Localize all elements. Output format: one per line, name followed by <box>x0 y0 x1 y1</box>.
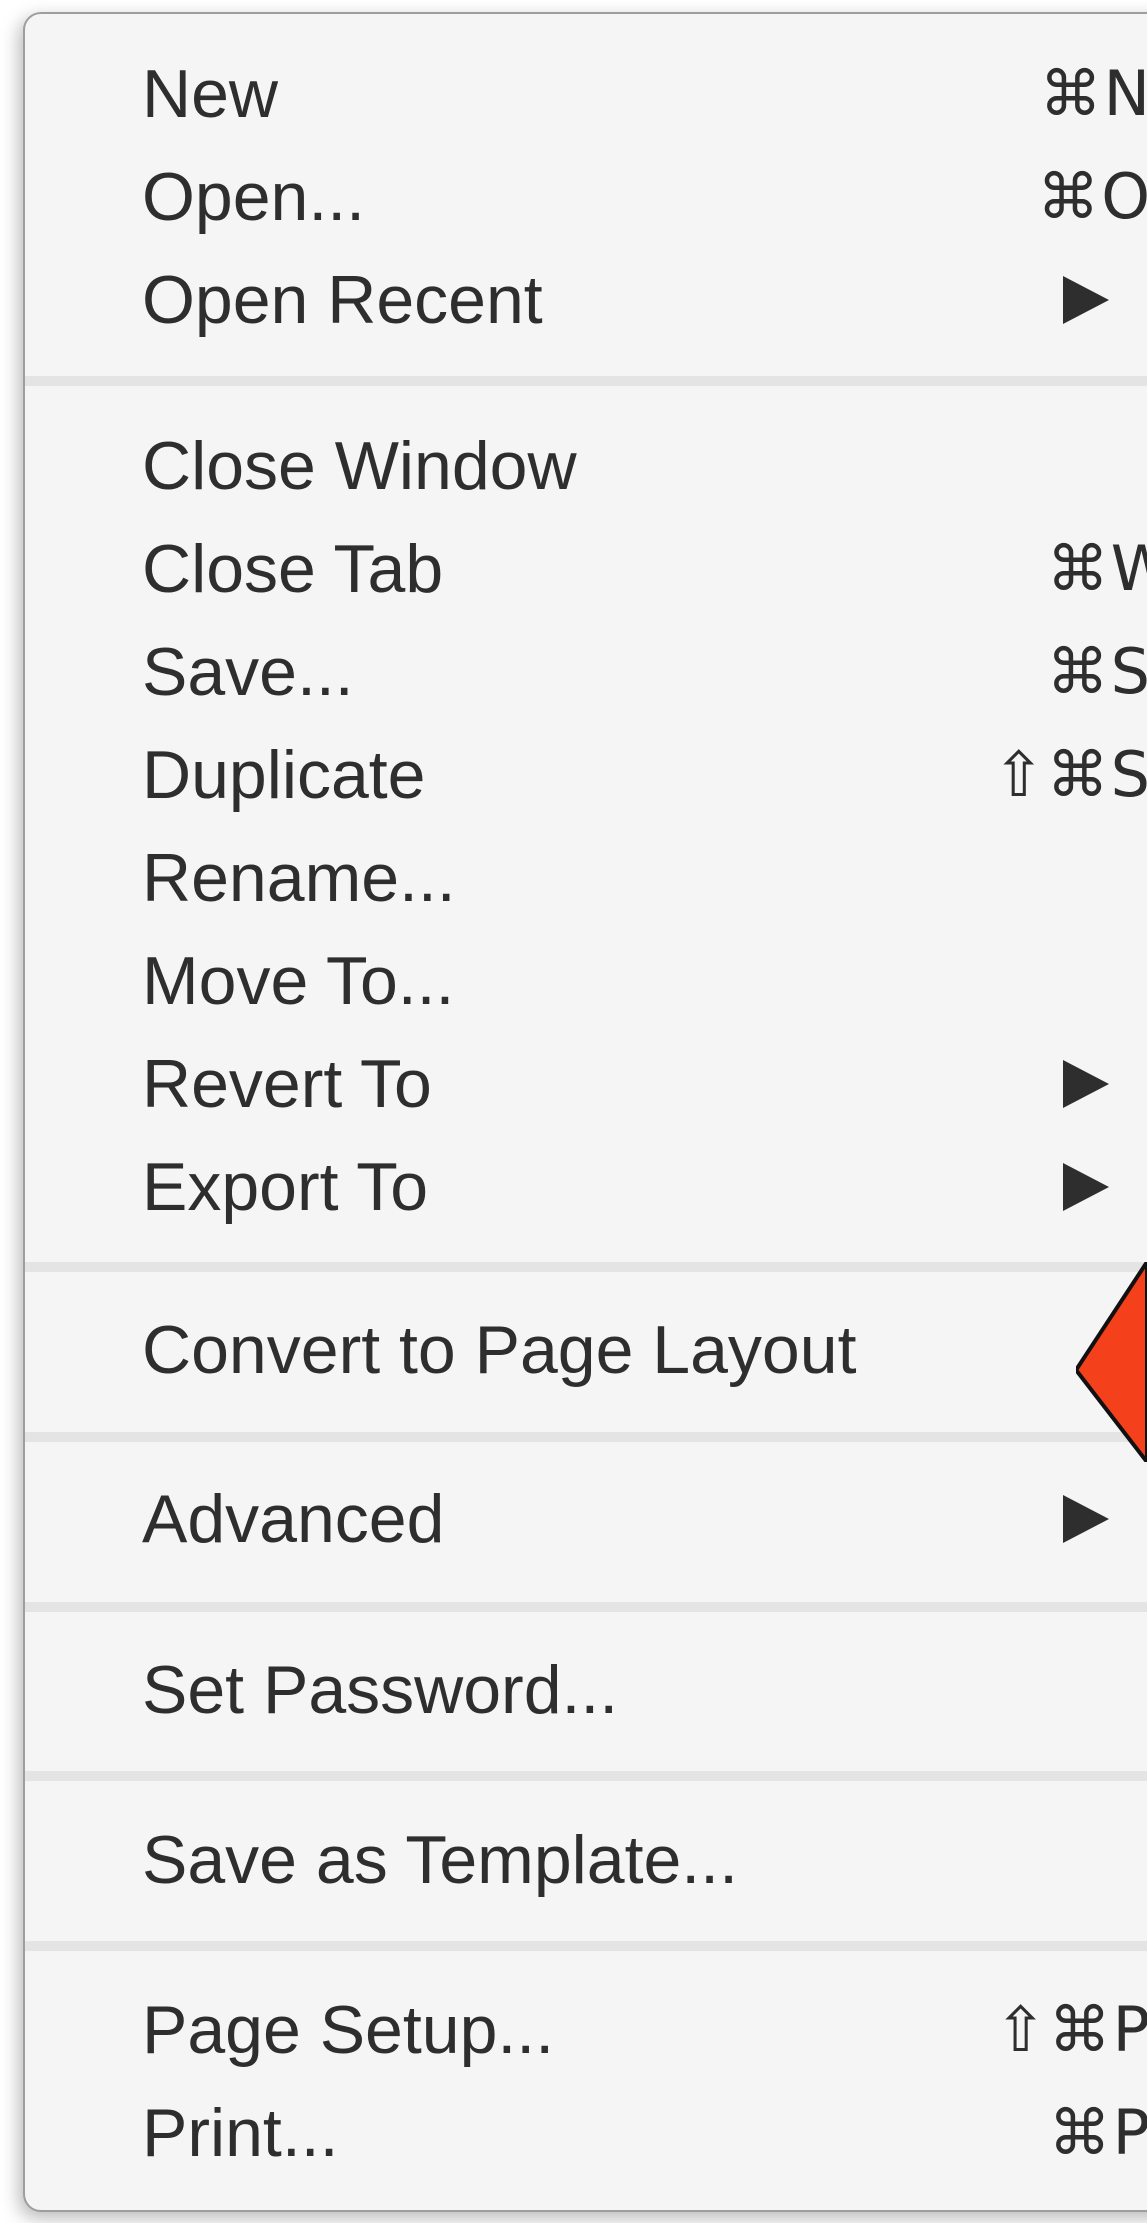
menu-separator <box>25 376 1147 386</box>
menu-item-label: Revert To <box>142 1046 432 1122</box>
keyboard-shortcut: ⌘W <box>1046 532 1147 605</box>
keyboard-shortcut: ⇧⌘S <box>992 738 1147 811</box>
keyboard-shortcut: ⌘O <box>1037 160 1147 233</box>
menu-separator <box>25 1432 1147 1442</box>
keyboard-shortcut: ⇧⌘P <box>994 1993 1147 2066</box>
menu-item-new[interactable]: New ⌘N <box>25 44 1147 144</box>
menu-item-label: Move To... <box>142 943 455 1019</box>
menu-item-label: Close Window <box>142 428 577 504</box>
menu-item-label: Save as Template... <box>142 1822 738 1898</box>
menu-item-label: Open Recent <box>142 262 543 338</box>
menu-item-open-recent[interactable]: Open Recent <box>25 250 1147 350</box>
menu-item-label: Export To <box>142 1149 429 1225</box>
menu-item-set-password[interactable]: Set Password... <box>25 1640 1147 1740</box>
file-menu: New ⌘N Open... ⌘O Open Recent Close Wind… <box>23 12 1147 2212</box>
menu-separator <box>25 1262 1147 1272</box>
menu-item-move-to[interactable]: Move To... <box>25 931 1147 1031</box>
menu-item-advanced[interactable]: Advanced <box>25 1469 1147 1569</box>
submenu-arrow-icon <box>1063 1163 1109 1211</box>
menu-item-close-window[interactable]: Close Window <box>25 416 1147 516</box>
menu-item-duplicate[interactable]: Duplicate ⇧⌘S <box>25 725 1147 825</box>
menu-item-save-as-template[interactable]: Save as Template... <box>25 1810 1147 1910</box>
menu-item-label: Print... <box>142 2095 339 2171</box>
menu-item-open[interactable]: Open... ⌘O <box>25 147 1147 247</box>
menu-item-label: New <box>142 56 279 132</box>
submenu-arrow-icon <box>1063 276 1109 324</box>
menu-separator <box>25 1602 1147 1612</box>
menu-item-page-setup[interactable]: Page Setup... ⇧⌘P <box>25 1980 1147 2080</box>
menu-separator <box>25 1941 1147 1951</box>
menu-separator <box>25 1771 1147 1781</box>
menu-item-label: Rename... <box>142 840 456 916</box>
callout-arrow-icon <box>1076 1262 1147 1462</box>
menu-item-label: Set Password... <box>142 1652 619 1728</box>
menu-item-label: Close Tab <box>142 531 444 607</box>
submenu-arrow-icon <box>1063 1495 1109 1543</box>
menu-item-label: Open... <box>142 159 366 235</box>
menu-item-label: Duplicate <box>142 737 426 813</box>
keyboard-shortcut: ⌘S <box>1046 635 1147 708</box>
submenu-arrow-icon <box>1063 1060 1109 1108</box>
menu-item-save[interactable]: Save... ⌘S <box>25 622 1147 722</box>
menu-item-rename[interactable]: Rename... <box>25 828 1147 928</box>
menu-item-label: Convert to Page Layout <box>142 1312 857 1388</box>
menu-item-export-to[interactable]: Export To <box>25 1137 1147 1237</box>
keyboard-shortcut: ⌘P <box>1048 2096 1147 2169</box>
menu-item-label: Advanced <box>142 1481 445 1557</box>
menu-item-print[interactable]: Print... ⌘P <box>25 2083 1147 2183</box>
menu-item-label: Save... <box>142 634 354 710</box>
menu-item-convert-to-page-layout[interactable]: Convert to Page Layout <box>25 1300 1147 1400</box>
menu-item-close-tab[interactable]: Close Tab ⌘W <box>25 519 1147 619</box>
menu-item-label: Page Setup... <box>142 1992 555 2068</box>
keyboard-shortcut: ⌘N <box>1039 57 1147 130</box>
menu-item-revert-to[interactable]: Revert To <box>25 1034 1147 1134</box>
